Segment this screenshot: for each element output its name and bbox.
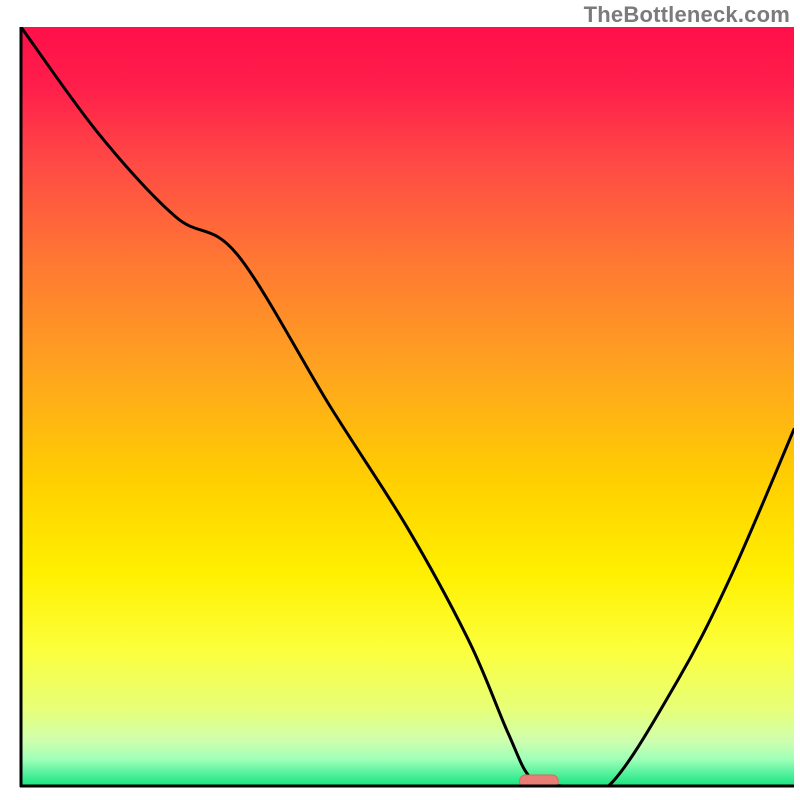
- watermark-text: TheBottleneck.com: [584, 2, 790, 28]
- plot-background: [21, 27, 794, 786]
- bottleneck-chart: [0, 0, 800, 800]
- chart-stage: TheBottleneck.com: [0, 0, 800, 800]
